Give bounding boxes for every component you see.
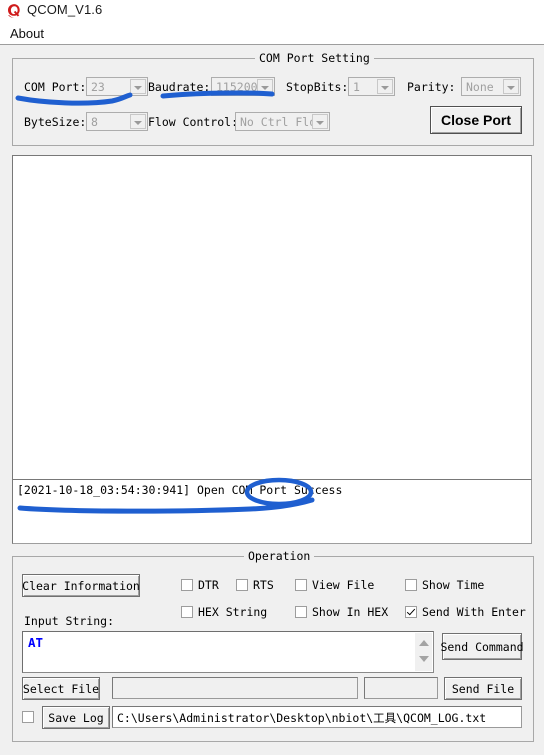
input-string-textarea[interactable]: AT [22,631,434,673]
checkbox-view-file-label: View File [312,578,375,592]
input-string-scrollbar[interactable] [415,633,432,671]
status-log-area[interactable]: [2021-10-18_03:54:30:941] Open COM Port … [12,479,532,544]
log-path-field[interactable]: C:\Users\Administrator\Desktop\nbiot\工具\… [112,706,522,728]
bytesize-value: 8 [91,115,98,129]
close-port-button[interactable]: Close Port [430,106,522,134]
qualcomm-q-logo-icon [6,3,23,19]
checkbox-rts-box[interactable] [236,579,248,591]
send-file-button[interactable]: Send File [444,677,522,700]
checkbox-send-with-enter-box[interactable] [405,606,417,618]
input-string-value: AT [28,635,44,650]
send-command-button[interactable]: Send Command [440,633,524,660]
baudrate-select[interactable]: 115200 [211,77,275,96]
menu-bar: About [0,22,544,44]
file-size-field[interactable] [364,677,438,699]
input-string-label: Input String: [24,614,115,628]
flow-control-chevron-down-icon[interactable] [312,114,328,129]
stopbits-label: StopBits: [286,80,349,94]
stopbits-chevron-down-icon[interactable] [377,79,393,94]
save-log-button[interactable]: Save Log [42,706,110,729]
bytesize-select[interactable]: 8 [86,112,148,131]
checkbox-save-log[interactable] [22,711,39,723]
parity-select[interactable]: None [461,77,521,96]
operation-title: Operation [244,549,315,563]
file-path-field[interactable] [112,677,358,699]
menu-item-about[interactable]: About [7,25,47,42]
com-port-setting-title: COM Port Setting [255,51,374,65]
client-area: COM Port Setting COM Port: 23 Baudrate: … [0,45,544,755]
log-path-value: C:\Users\Administrator\Desktop\nbiot\工具\… [117,711,487,725]
baudrate-chevron-down-icon[interactable] [257,79,273,94]
flow-control-label: Flow Control: [148,115,239,129]
flow-control-select[interactable]: No Ctrl Flow [235,112,330,131]
checkbox-rts[interactable]: RTS [236,578,274,592]
stopbits-value: 1 [353,80,360,94]
parity-value: None [466,80,494,94]
bytesize-label: ByteSize: [24,115,87,129]
checkbox-save-log-box[interactable] [22,711,34,723]
checkbox-hex-string-box[interactable] [181,606,193,618]
stopbits-select[interactable]: 1 [348,77,395,96]
scroll-down-arrow-icon[interactable] [419,656,429,662]
output-text-area[interactable] [12,155,532,480]
com-port-select[interactable]: 23 [86,77,148,96]
baudrate-value: 115200 [216,80,258,94]
baudrate-label: Baudrate: [148,80,211,94]
checkbox-view-file-box[interactable] [295,579,307,591]
checkbox-dtr-box[interactable] [181,579,193,591]
select-file-button[interactable]: Select File [22,677,100,700]
checkbox-show-in-hex-box[interactable] [295,606,307,618]
status-log-line: [2021-10-18_03:54:30:941] Open COM Port … [17,483,343,497]
checkbox-send-with-enter[interactable]: Send With Enter [405,605,526,619]
checkbox-show-time[interactable]: Show Time [405,578,484,592]
checkbox-hex-string[interactable]: HEX String [181,605,267,619]
checkbox-show-time-label: Show Time [422,578,485,592]
checkbox-rts-label: RTS [253,578,274,592]
com-port-label: COM Port: [24,80,87,94]
flow-control-value: No Ctrl Flow [240,115,324,129]
checkbox-view-file[interactable]: View File [295,578,374,592]
clear-information-button[interactable]: Clear Information [22,574,140,597]
checkbox-dtr-label: DTR [198,578,219,592]
window-titlebar: QCOM_V1.6 [0,0,544,22]
checkbox-dtr[interactable]: DTR [181,578,219,592]
scroll-up-arrow-icon[interactable] [419,640,429,646]
com-port-chevron-down-icon[interactable] [130,79,146,94]
window-title: QCOM_V1.6 [27,2,103,17]
checkbox-send-with-enter-label: Send With Enter [422,605,526,619]
parity-label: Parity: [407,80,456,94]
bytesize-chevron-down-icon[interactable] [130,114,146,129]
checkbox-show-in-hex[interactable]: Show In HEX [295,605,388,619]
checkbox-hex-string-label: HEX String [198,605,268,619]
com-port-value: 23 [91,80,105,94]
parity-chevron-down-icon[interactable] [503,79,519,94]
checkbox-show-in-hex-label: Show In HEX [312,605,389,619]
checkbox-show-time-box[interactable] [405,579,417,591]
